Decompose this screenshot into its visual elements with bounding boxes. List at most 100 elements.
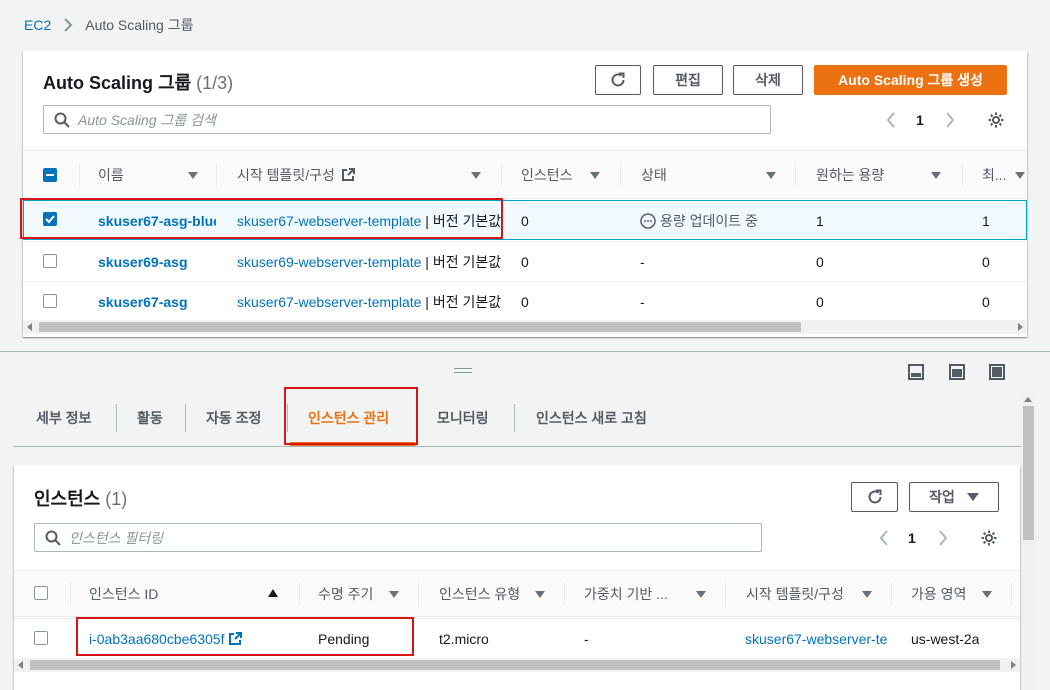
tab-activity[interactable]: 활동 xyxy=(137,398,163,438)
tab-instance-refresh[interactable]: 인스턴스 새로 고침 xyxy=(536,398,647,438)
sort-desc-icon[interactable] xyxy=(931,172,941,179)
table-row[interactable]: skuser67-asg-blue skuser67-webserver-tem… xyxy=(23,200,1027,240)
template-link[interactable]: skuser67-webserver-template xyxy=(237,294,421,310)
tab-instance-management[interactable]: 인스턴스 관리 xyxy=(308,398,389,438)
col-header-template[interactable]: 시작 템플릿/구성 xyxy=(237,151,355,199)
availability-zone-cell: us-west-2a xyxy=(911,631,980,647)
sort-desc-icon[interactable] xyxy=(862,591,872,598)
template-cell: skuser67-webserver-template | 버전 기본값 xyxy=(237,213,502,229)
table-row[interactable]: skuser69-asg skuser69-webserver-template… xyxy=(23,241,1027,281)
instances-horizontal-scrollbar[interactable] xyxy=(14,658,1020,672)
asg-search-placeholder: Auto Scaling 그룹 검색 xyxy=(78,111,216,128)
select-all-checkbox[interactable] xyxy=(43,168,57,182)
instance-id-link[interactable]: i-0ab3aa680cbe6305f xyxy=(89,619,243,658)
scroll-up-icon[interactable] xyxy=(1024,396,1032,402)
desired-cell: 0 xyxy=(816,294,824,310)
scroll-thumb[interactable] xyxy=(1023,406,1034,540)
col-header-desired[interactable]: 원하는 용량 xyxy=(816,151,884,199)
refresh-icon xyxy=(611,72,625,87)
template-link[interactable]: skuser67-webserver-template xyxy=(237,213,421,229)
asg-name-link[interactable]: skuser69-asg xyxy=(98,242,216,282)
delete-button[interactable]: 삭제 xyxy=(733,65,803,95)
instances-page-number[interactable]: 1 xyxy=(908,530,916,546)
tab-details[interactable]: 세부 정보 xyxy=(36,398,91,438)
sort-desc-icon[interactable] xyxy=(766,172,776,179)
template-cell: skuser67-webserver-template | 버전 기본값 xyxy=(237,294,502,310)
template-link[interactable]: skuser69-webserver-template xyxy=(237,254,421,270)
tab-auto-scaling[interactable]: 자동 조정 xyxy=(206,398,261,438)
col-header-lifecycle[interactable]: 수명 주기 xyxy=(318,571,373,617)
sort-desc-icon[interactable] xyxy=(188,172,198,179)
row-checkbox[interactable] xyxy=(43,294,57,308)
instances-table: 인스턴스 ID 수명 주기 인스턴스 유형 가중치 기반 ... 시작 템플릿/… xyxy=(14,570,1020,658)
col-header-instances[interactable]: 인스턴스 xyxy=(521,151,573,199)
row-checkbox[interactable] xyxy=(34,631,48,645)
col-header-instance-id[interactable]: 인스턴스 ID xyxy=(89,571,158,617)
scroll-left-icon[interactable] xyxy=(18,661,24,669)
table-row[interactable]: skuser67-asg skuser67-webserver-template… xyxy=(23,281,1027,320)
col-header-name[interactable]: 이름 xyxy=(98,151,124,199)
asg-panel-title: Auto Scaling 그룹 (1/3) xyxy=(43,73,234,93)
asg-name-link[interactable]: skuser67-asg xyxy=(98,282,216,320)
split-divider[interactable] xyxy=(0,351,1050,352)
col-header-status[interactable]: 상태 xyxy=(641,151,667,199)
sort-desc-icon[interactable] xyxy=(1015,172,1025,179)
instances-refresh-button[interactable] xyxy=(851,482,898,512)
sort-desc-icon[interactable] xyxy=(982,591,992,598)
search-icon xyxy=(45,530,61,546)
tab-monitoring[interactable]: 모니터링 xyxy=(437,398,489,438)
next-page-icon[interactable] xyxy=(937,529,949,547)
actions-dropdown-button[interactable]: 작업 xyxy=(909,482,999,512)
sort-desc-icon[interactable] xyxy=(389,591,399,598)
scroll-left-icon[interactable] xyxy=(27,323,33,331)
create-asg-button[interactable]: Auto Scaling 그룹 생성 xyxy=(814,65,1007,95)
scroll-right-icon[interactable] xyxy=(1017,323,1023,331)
col-header-launch-template[interactable]: 시작 템플릿/구성 xyxy=(746,571,844,617)
layout-full-icon[interactable] xyxy=(989,364,1005,380)
asg-horizontal-scrollbar[interactable] xyxy=(23,320,1027,334)
sort-desc-icon[interactable] xyxy=(471,172,481,179)
min-cell: 1 xyxy=(982,213,990,229)
asg-page-number[interactable]: 1 xyxy=(916,112,924,128)
instances-filter-input[interactable]: 인스턴스 필터링 xyxy=(34,523,762,552)
col-header-weighted-capacity[interactable]: 가중치 기반 ... xyxy=(584,571,668,617)
row-checkbox[interactable] xyxy=(43,212,57,226)
col-header-availability-zone[interactable]: 가용 영역 xyxy=(911,571,966,617)
refresh-button[interactable] xyxy=(595,65,641,95)
select-all-checkbox[interactable] xyxy=(34,586,48,600)
settings-gear-icon[interactable] xyxy=(980,529,998,547)
asg-panel: Auto Scaling 그룹 (1/3) 편집 삭제 Auto Scaling… xyxy=(23,51,1027,337)
edit-button[interactable]: 편집 xyxy=(653,65,723,95)
template-cell: skuser69-webserver-template | 버전 기본값 xyxy=(237,254,502,270)
asg-name-link[interactable]: skuser67-asg-blue xyxy=(98,201,216,241)
instance-type-cell: t2.micro xyxy=(439,631,489,647)
layout-side-icon[interactable] xyxy=(949,364,965,380)
scroll-thumb[interactable] xyxy=(30,660,1000,670)
weighted-capacity-cell: - xyxy=(584,631,589,647)
instances-cell: 0 xyxy=(521,213,529,229)
asg-search-input[interactable]: Auto Scaling 그룹 검색 xyxy=(43,105,771,134)
scroll-right-icon[interactable] xyxy=(1010,661,1016,669)
drag-handle-icon[interactable] xyxy=(454,368,472,373)
col-header-min[interactable]: 최... xyxy=(982,151,1007,199)
breadcrumb: EC2 Auto Scaling 그룹 xyxy=(24,15,194,35)
breadcrumb-ec2-link[interactable]: EC2 xyxy=(24,17,51,33)
instances-panel: 인스턴스 (1) 작업 인스턴스 필터링 1 인스턴스 ID 수명 주기 인스턴… xyxy=(14,465,1020,690)
launch-template-link[interactable]: skuser67-webserver-te xyxy=(745,619,891,658)
sort-desc-icon[interactable] xyxy=(696,591,706,598)
prev-page-icon[interactable] xyxy=(885,111,897,129)
scroll-thumb[interactable] xyxy=(39,322,801,332)
instances-cell: 0 xyxy=(521,254,529,270)
row-checkbox[interactable] xyxy=(43,254,57,268)
settings-gear-icon[interactable] xyxy=(987,111,1005,129)
instances-panel-title: 인스턴스 (1) xyxy=(34,489,128,509)
col-header-instance-type[interactable]: 인스턴스 유형 xyxy=(439,571,520,617)
vertical-scrollbar[interactable] xyxy=(1021,392,1036,690)
next-page-icon[interactable] xyxy=(944,111,956,129)
layout-bottom-icon[interactable] xyxy=(908,364,924,380)
sort-desc-icon[interactable] xyxy=(590,172,600,179)
table-row[interactable]: i-0ab3aa680cbe6305f Pending t2.micro - s… xyxy=(14,618,1020,658)
prev-page-icon[interactable] xyxy=(878,529,890,547)
sort-desc-icon[interactable] xyxy=(535,591,545,598)
sort-asc-icon[interactable] xyxy=(268,589,278,597)
